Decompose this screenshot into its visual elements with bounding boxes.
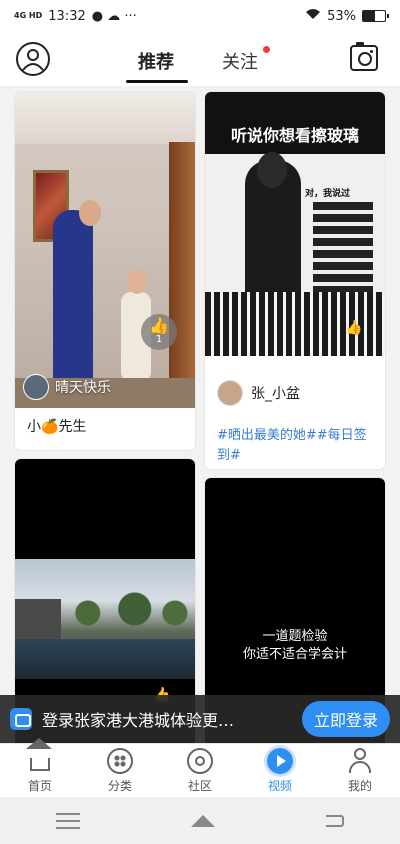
network-indicator: 4G HD: [14, 11, 43, 20]
thumbs-up-icon: 👍: [149, 316, 169, 335]
avatar[interactable]: [217, 380, 243, 406]
notification-dot: [263, 46, 270, 53]
feed-card[interactable]: 听说你想看擦玻璃 对，我说过 👍 张_小盆 #晒出最美的她##每日签到#: [205, 92, 385, 469]
battery-percent: 53%: [327, 8, 356, 24]
avatar[interactable]: [23, 374, 49, 400]
system-navigation-bar: [0, 797, 400, 844]
nav-item-home[interactable]: 首页: [0, 737, 80, 797]
thumbs-up-icon[interactable]: 👍: [345, 320, 362, 336]
quiz-line: 你适不适合学会计: [242, 647, 347, 662]
app-screen: 4G HD 13:32 ● ☁ ··· 53% 推荐 关注 👍 1 晴天快乐 小…: [0, 0, 400, 844]
author-name: 张_小盆: [251, 386, 300, 402]
nav-item-community[interactable]: 社区: [160, 744, 240, 797]
profile-icon: [347, 747, 373, 774]
caption-text: 小: [27, 419, 41, 435]
menu-icon[interactable]: [55, 812, 80, 829]
login-banner: 登录张家港大港城体验更… 立即登录: [0, 695, 400, 743]
video-thumbnail[interactable]: 听说你想看擦玻璃 对，我说过 👍: [205, 92, 385, 356]
video-icon: [267, 747, 293, 774]
home-icon: [26, 737, 53, 774]
image-title-text: 听说你想看擦玻璃: [230, 126, 359, 145]
nav-label: 视频: [267, 778, 292, 793]
author-info[interactable]: 张_小盆: [217, 380, 300, 406]
nav-item-profile[interactable]: 我的: [320, 744, 400, 797]
like-count: 1: [155, 334, 163, 345]
quiz-line: 一道题检验: [262, 629, 328, 644]
image-speech-text: 对，我说过: [305, 189, 351, 199]
chat-icon: [10, 708, 32, 730]
orange-emoji: 🍊: [41, 419, 59, 435]
nav-label: 我的: [347, 778, 372, 793]
category-icon: [107, 747, 133, 774]
caption-text: 先生: [58, 419, 87, 435]
status-time: 13:32: [48, 8, 86, 24]
nav-item-category[interactable]: 分类: [80, 744, 160, 797]
bottom-navigation: 首页 分类 社区 视频 我的: [0, 737, 400, 797]
user-avatar-icon[interactable]: [16, 42, 50, 76]
status-bar: 4G HD 13:32 ● ☁ ··· 53%: [0, 0, 400, 32]
notification-icons: ● ☁ ···: [91, 8, 137, 24]
nav-item-video[interactable]: 视频: [240, 744, 320, 797]
tab-recommend[interactable]: 推荐: [138, 48, 174, 74]
nav-label: 分类: [107, 778, 132, 793]
active-tab-indicator: [126, 80, 188, 83]
topic-tags[interactable]: #晒出最美的她##每日签到#: [217, 426, 377, 466]
community-icon: [187, 747, 213, 774]
wifi-icon: [305, 8, 321, 24]
tab-follow[interactable]: 关注: [222, 48, 258, 74]
author-name: 晴天快乐: [55, 380, 111, 396]
login-prompt-text: 登录张家港大港城体验更…: [42, 711, 235, 730]
nav-label: 社区: [187, 778, 212, 793]
nav-label: 首页: [27, 778, 52, 793]
battery-icon: [362, 10, 389, 22]
card-caption: 小🍊先生: [15, 416, 195, 436]
author-info[interactable]: 晴天快乐: [23, 374, 111, 400]
back-icon[interactable]: [326, 814, 345, 827]
home-button-icon[interactable]: [190, 814, 215, 827]
like-button[interactable]: 👍 1: [141, 314, 177, 350]
feed-card[interactable]: 👍 1 晴天快乐 小🍊先生: [15, 92, 195, 450]
video-thumbnail[interactable]: 👍 1 晴天快乐: [15, 92, 195, 408]
top-header: 推荐 关注: [0, 32, 400, 86]
camera-icon[interactable]: [350, 42, 378, 71]
video-thumbnail[interactable]: 一道题检验 你适不适合学会计: [205, 628, 385, 664]
login-button[interactable]: 立即登录: [301, 701, 390, 737]
